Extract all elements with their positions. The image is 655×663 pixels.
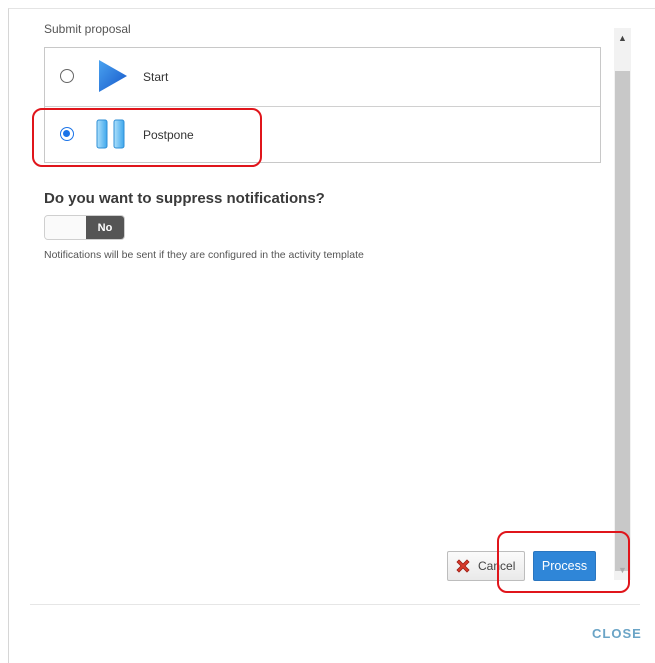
radio-start[interactable]	[60, 69, 74, 83]
suppress-question: Do you want to suppress notifications?	[44, 190, 325, 207]
option-start[interactable]: Start	[45, 48, 600, 107]
toggle-track	[45, 216, 87, 239]
footer-divider	[30, 604, 640, 605]
process-button[interactable]: Process	[533, 551, 596, 581]
option-start-label: Start	[143, 70, 169, 84]
option-postpone[interactable]: Postpone	[45, 106, 600, 163]
radio-postpone[interactable]	[60, 127, 74, 141]
option-postpone-label: Postpone	[143, 128, 194, 142]
pause-icon	[96, 119, 125, 149]
cancel-x-icon	[456, 559, 470, 573]
scroll-thumb[interactable]	[615, 71, 630, 571]
play-icon	[99, 60, 127, 92]
scroll-up-icon[interactable]: ▲	[614, 30, 631, 46]
cancel-label: Cancel	[478, 559, 516, 573]
action-options: Start Postpone	[44, 47, 601, 163]
cancel-button[interactable]: Cancel	[447, 551, 525, 581]
notification-note: Notifications will be sent if they are c…	[44, 249, 364, 261]
scrollbar[interactable]: ▲ ▼	[614, 28, 631, 580]
close-button[interactable]: CLOSE	[592, 626, 642, 641]
scroll-down-icon[interactable]: ▼	[614, 562, 631, 578]
section-title: Submit proposal	[44, 22, 131, 36]
toggle-value: No	[86, 216, 124, 239]
suppress-toggle[interactable]: No	[44, 215, 125, 240]
